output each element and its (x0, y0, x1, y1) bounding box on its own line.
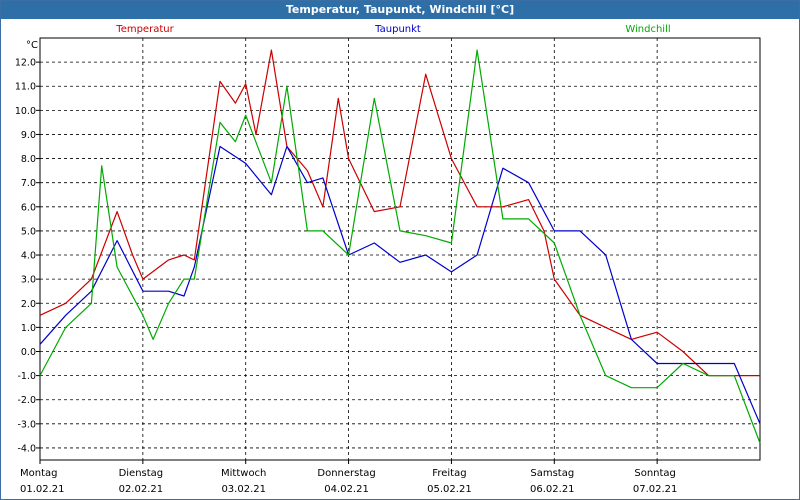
temperature-chart: -4.0 -3.0 -2.0 -1.0 0.0 1.0 2.0 3.0 4.0 5.0 6.0 7.0… (15, 24, 761, 495)
x-date-label: 07.02.21 (633, 484, 678, 495)
y-tick-label: 7.0 (21, 178, 36, 189)
y-tick-label: 2.0 (21, 299, 36, 310)
x-date-label: 05.02.21 (427, 484, 472, 495)
x-date-label: 01.02.21 (20, 484, 65, 495)
x-day-label: Sonntag (634, 468, 676, 479)
y-tick-label: 0.0 (21, 347, 36, 358)
y-tick-label: 12.0 (15, 58, 36, 69)
x-day-label: Dienstag (119, 468, 164, 479)
x-day-label: Freitag (432, 468, 466, 479)
x-day-label: Samstag (530, 468, 574, 479)
y-tick-label: -1.0 (17, 371, 36, 382)
y-tick-label: 4.0 (21, 251, 36, 262)
y-axis-label: °C (26, 40, 38, 51)
y-tick-label: -4.0 (17, 443, 36, 454)
legend: Temperatur Taupunkt Windchill (115, 24, 670, 35)
legend-entry-windchill: Windchill (625, 24, 670, 35)
y-tick-label: -3.0 (17, 419, 36, 430)
x-day-label: Donnerstag (317, 468, 375, 479)
y-tick-label: 6.0 (21, 202, 36, 213)
x-day-label: Mittwoch (221, 468, 266, 479)
y-tick-label: 1.0 (21, 323, 36, 334)
x-date-label: 04.02.21 (324, 484, 369, 495)
grid (39, 37, 761, 461)
plot-area (39, 37, 761, 461)
y-tick-label: -2.0 (17, 395, 36, 406)
y-tick-label: 11.0 (15, 82, 36, 93)
y-tick-label: 3.0 (21, 275, 36, 286)
y-tick-label: 8.0 (21, 154, 36, 165)
legend-entry-temperatur: Temperatur (115, 24, 174, 35)
x-date-label: 03.02.21 (221, 484, 266, 495)
x-date-label: 02.02.21 (119, 484, 164, 495)
y-tick-label: 5.0 (21, 226, 36, 237)
legend-entry-taupunkt: Taupunkt (374, 24, 421, 35)
y-tick-label: 9.0 (21, 130, 36, 141)
x-date-label: 06.02.21 (530, 484, 575, 495)
y-tick-label: 10.0 (15, 106, 36, 117)
x-day-label: Montag (20, 468, 57, 479)
